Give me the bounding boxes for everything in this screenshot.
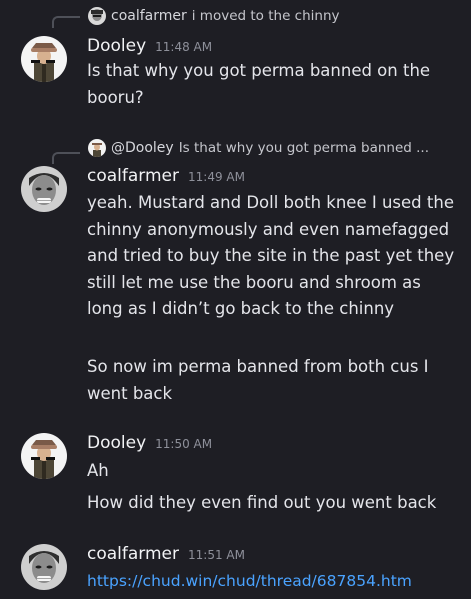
reply-spine: [52, 16, 80, 28]
reply-spine: [52, 152, 80, 164]
reply-author[interactable]: @Dooley: [111, 140, 174, 156]
timestamp: 11:48 AM: [155, 40, 213, 54]
timestamp: 11:51 AM: [188, 548, 245, 562]
reply-author[interactable]: coalfarmer: [111, 8, 187, 24]
reply-avatar-dooley: [88, 139, 106, 157]
message-text: So now im perma banned from both cus I w…: [87, 357, 429, 403]
avatar-coalfarmer[interactable]: [21, 544, 67, 590]
message-text: Is that why you got perma banned on the …: [87, 61, 431, 107]
message-header: coalfarmer 11:51 AM: [87, 544, 245, 564]
chat-log: coalfarmer i moved to the chinny Dooley …: [0, 0, 471, 599]
message-text: Ah: [87, 461, 109, 480]
reply-reference[interactable]: @Dooley Is that why you got perma banned…: [88, 137, 429, 159]
message-header: Dooley 11:50 AM: [87, 433, 212, 453]
avatar-dooley[interactable]: [21, 433, 67, 479]
author-name[interactable]: coalfarmer: [87, 544, 179, 564]
timestamp: 11:50 AM: [155, 437, 213, 451]
reply-preview: Is that why you got perma banned ...: [178, 140, 430, 156]
reply-avatar-coalfarmer: [88, 7, 106, 25]
avatar-dooley[interactable]: [21, 36, 67, 82]
message-text: How did they even find out you went back: [87, 493, 437, 512]
thread-link[interactable]: https://chud.win/chud/thread/687854.htm: [87, 572, 412, 590]
message-text: yeah. Mustard and Doll both knee I used …: [87, 193, 455, 318]
reply-reference[interactable]: coalfarmer i moved to the chinny: [88, 5, 340, 27]
author-name[interactable]: Dooley: [87, 433, 146, 453]
message-header: coalfarmer 11:49 AM: [87, 166, 245, 186]
author-name[interactable]: coalfarmer: [87, 166, 179, 186]
avatar-coalfarmer[interactable]: [21, 166, 67, 212]
author-name[interactable]: Dooley: [87, 36, 146, 56]
message-header: Dooley 11:48 AM: [87, 36, 212, 56]
timestamp: 11:49 AM: [188, 170, 245, 184]
reply-preview: i moved to the chinny: [191, 8, 340, 24]
message-link: https://chud.win/chud/thread/687854.htm: [87, 568, 457, 595]
